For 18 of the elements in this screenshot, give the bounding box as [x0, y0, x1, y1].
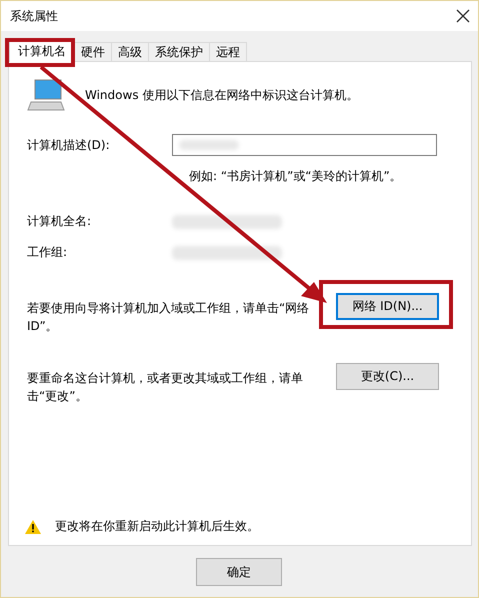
hint-text: 例如: “书房计算机”或“美玲的计算机”。 — [189, 168, 403, 185]
change-button[interactable]: 更改(C)... — [336, 363, 439, 390]
field-label: 计算机全名: — [27, 213, 92, 230]
ok-button[interactable]: 确定 — [196, 558, 282, 586]
notice-text: 更改将在你重新启动此计算机后生效。 — [55, 518, 259, 535]
intro-text: Windows 使用以下信息在网络中标识这台计算机。 — [85, 86, 358, 104]
field-label: 计算机描述(D): — [27, 136, 111, 154]
instruction-text: 若要使用向导将计算机加入域或工作组，请单击“网络 ID”。 — [27, 300, 310, 335]
description-field[interactable] — [172, 134, 437, 156]
network-id-button[interactable]: 网络 ID(N)... — [336, 293, 439, 320]
instruction-text: 要重命名这台计算机，或者更改其域或工作组，请单击“更改”。 — [27, 370, 304, 405]
close-icon[interactable] — [456, 9, 470, 23]
warning-icon — [25, 520, 41, 534]
highlight-frame — [5, 38, 75, 67]
computer-icon — [27, 78, 65, 112]
tab[interactable]: 远程 — [209, 42, 247, 62]
field-label: 工作组: — [27, 244, 68, 261]
window-title: 系统属性 — [10, 8, 58, 24]
